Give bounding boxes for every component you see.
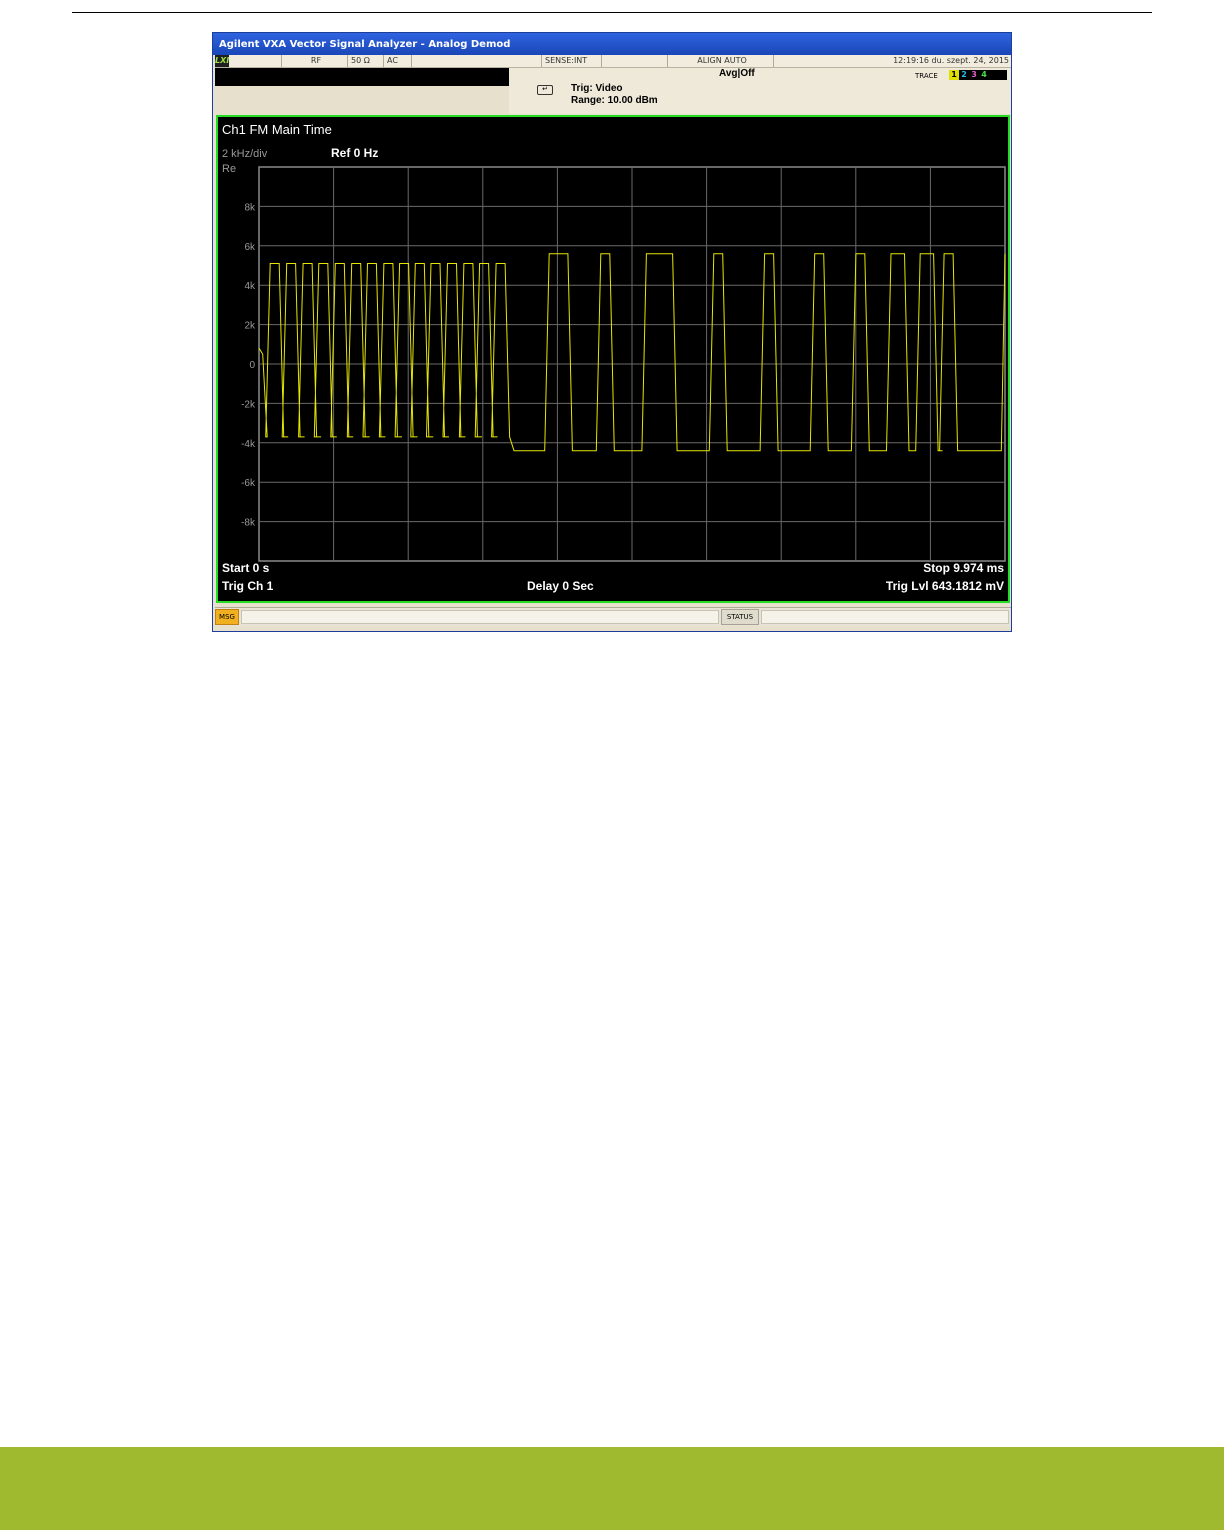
trigger-icon: ↵ bbox=[537, 85, 553, 95]
trace-3[interactable]: 3 bbox=[969, 70, 979, 80]
settings-info-panel: Avg|Off ↵ Trig: Video Range: 10.00 dBm T… bbox=[509, 68, 1011, 114]
y-tick-label: 2k bbox=[244, 321, 256, 332]
y-axis-ticks: 8k 6k 4k 2k 0 -2k -4k -6k -8k bbox=[241, 202, 256, 528]
trace-plot: Ch1 FM Main Time 2 kHz/div Ref 0 Hz Re 8… bbox=[222, 122, 1006, 593]
trig-level-label: Trig Lvl 643.1812 mV bbox=[886, 579, 1004, 593]
message-bar: MSG STATUS bbox=[215, 607, 1011, 626]
trig-channel-label: Trig Ch 1 bbox=[222, 579, 274, 593]
trace-2[interactable]: 2 bbox=[959, 70, 969, 80]
ref-label: Ref 0 Hz bbox=[331, 146, 378, 160]
y-tick-label: 8k bbox=[244, 202, 256, 213]
status-empty-cell-2 bbox=[601, 55, 667, 67]
scale-label: 2 kHz/div bbox=[222, 148, 268, 160]
delay-label: Delay 0 Sec bbox=[527, 579, 594, 593]
y-tick-label: 0 bbox=[249, 360, 255, 371]
trace-label: TRACE bbox=[915, 72, 938, 80]
format-label: Re bbox=[222, 163, 236, 175]
active-function-area bbox=[215, 68, 509, 86]
trace-4[interactable]: 4 bbox=[979, 70, 989, 80]
y-tick-label: -4k bbox=[241, 439, 256, 450]
range-setting: Range: 10.00 dBm bbox=[571, 95, 658, 106]
trace-1[interactable]: 1 bbox=[949, 70, 959, 80]
impedance-indicator: 50 Ω bbox=[347, 55, 383, 67]
status-bar-top: LXI RF 50 Ω AC SENSE:INT ALIGN AUTO 12:1… bbox=[215, 55, 1011, 68]
trigger-setting: Trig: Video bbox=[571, 83, 623, 94]
plot-grid bbox=[258, 166, 1006, 562]
trace-selector[interactable]: 1234 bbox=[949, 70, 1007, 80]
y-tick-label: 4k bbox=[244, 281, 256, 292]
status-button[interactable]: STATUS bbox=[721, 609, 759, 625]
measurement-display[interactable]: Ch1 FM Main Time 2 kHz/div Ref 0 Hz Re 8… bbox=[216, 115, 1010, 603]
display-title: Ch1 FM Main Time bbox=[222, 122, 332, 137]
footer-band bbox=[0, 1447, 1224, 1530]
start-label: Start 0 s bbox=[222, 561, 270, 575]
average-status: Avg|Off bbox=[719, 68, 755, 79]
rf-indicator: RF bbox=[281, 55, 347, 67]
y-tick-label: 6k bbox=[244, 242, 256, 253]
coupling-indicator: AC bbox=[383, 55, 411, 67]
msg-button[interactable]: MSG bbox=[215, 609, 239, 625]
message-field bbox=[241, 610, 719, 624]
y-tick-label: -8k bbox=[241, 518, 256, 529]
page-top-rule bbox=[72, 12, 1152, 13]
status-field bbox=[761, 610, 1009, 624]
datetime-display: 12:19:16 du. szept. 24, 2015 bbox=[773, 55, 1011, 67]
window-title: Agilent VXA Vector Signal Analyzer - Ana… bbox=[219, 39, 511, 50]
y-tick-label: -2k bbox=[241, 399, 256, 410]
lxi-logo-icon: LXI bbox=[215, 55, 230, 67]
window-titlebar[interactable]: Agilent VXA Vector Signal Analyzer - Ana… bbox=[213, 33, 1011, 55]
align-indicator: ALIGN AUTO bbox=[667, 55, 773, 67]
analyzer-window: Agilent VXA Vector Signal Analyzer - Ana… bbox=[212, 32, 1012, 632]
sense-indicator: SENSE:INT bbox=[541, 55, 601, 67]
status-empty-cell bbox=[411, 55, 541, 67]
y-tick-label: -6k bbox=[241, 478, 256, 489]
stop-label: Stop 9.974 ms bbox=[923, 561, 1004, 575]
